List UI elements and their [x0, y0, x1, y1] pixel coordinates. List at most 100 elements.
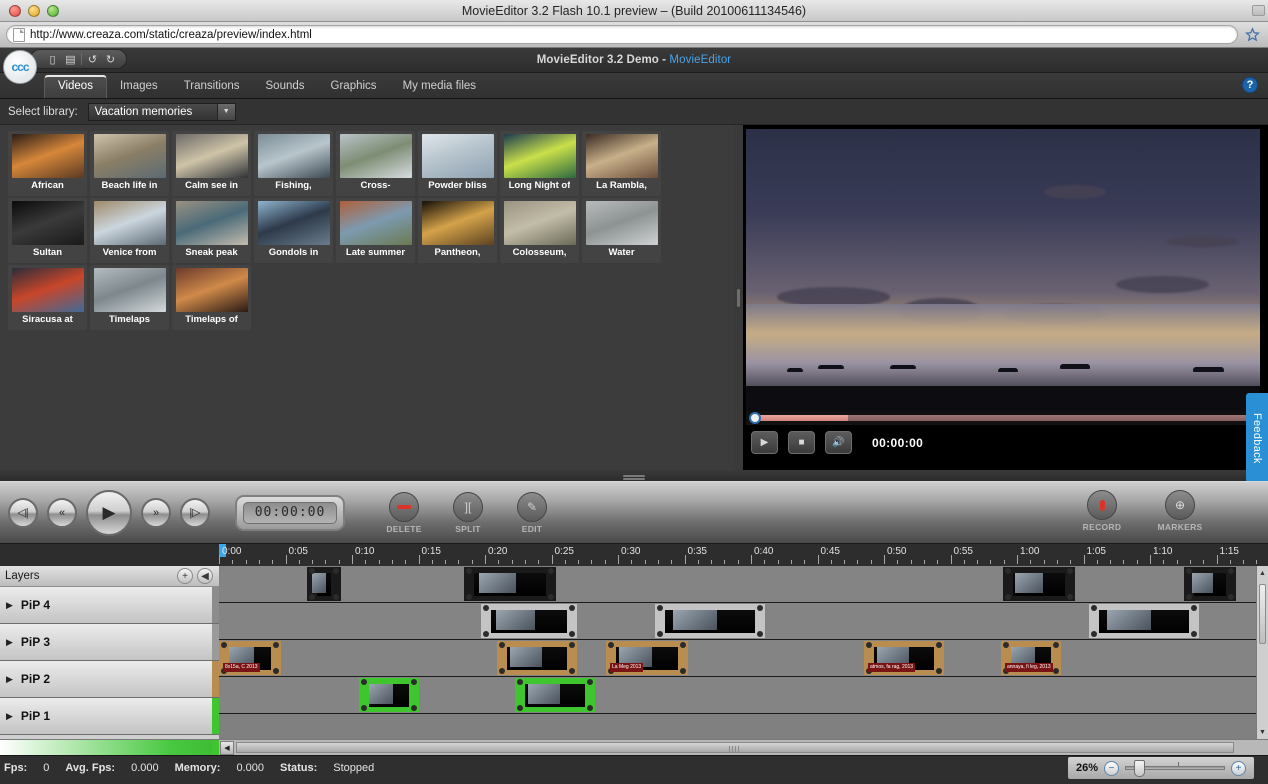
tab-my-media-files[interactable]: My media files	[390, 75, 490, 98]
clip-resize-handle[interactable]	[1186, 594, 1192, 600]
clip-resize-handle[interactable]	[411, 679, 417, 685]
tab-graphics[interactable]: Graphics	[318, 75, 390, 98]
close-button[interactable]	[9, 4, 21, 17]
timeline-clip[interactable]: annaya, fi leg, 2013	[1001, 641, 1061, 675]
layer-row-pip-1[interactable]: ▶ PiP 1	[0, 698, 219, 735]
clip-resize-handle[interactable]	[1067, 594, 1073, 600]
timeline-clip[interactable]: 8x15a, C 2013	[219, 641, 281, 675]
go-to-end-button[interactable]: |▷	[180, 497, 210, 528]
redo-icon[interactable]: ↻	[103, 52, 118, 67]
rewind-button[interactable]: «	[47, 497, 77, 528]
clip-resize-handle[interactable]	[483, 631, 489, 637]
timeline-clip[interactable]	[1184, 567, 1236, 601]
media-thumbnail[interactable]: Beach life in	[90, 131, 169, 196]
edit-tool[interactable]: ✎ EDIT	[504, 491, 560, 534]
expand-triangle-icon[interactable]: ▶	[6, 674, 13, 685]
scroll-left-icon[interactable]: ◀	[220, 740, 234, 755]
clip-resize-handle[interactable]	[680, 668, 686, 674]
fast-forward-button[interactable]: »	[141, 497, 171, 528]
tab-sounds[interactable]: Sounds	[253, 75, 318, 98]
window-resize-handle[interactable]	[1252, 5, 1265, 16]
go-to-start-button[interactable]: ◁|	[8, 497, 38, 528]
track-pip-2[interactable]: 8x15a, C 2013 La Meg 2013 atmos, fa rag, 2…	[219, 640, 1268, 677]
zoom-in-button[interactable]: +	[1231, 760, 1246, 776]
clip-resize-handle[interactable]	[273, 668, 279, 674]
horizontal-splitter[interactable]	[0, 470, 1268, 481]
minimize-button[interactable]	[28, 4, 40, 17]
media-thumbnail[interactable]: Colosseum,	[500, 198, 579, 263]
track-pip-1[interactable]	[219, 677, 1268, 714]
clip-resize-handle[interactable]	[361, 679, 367, 685]
media-thumbnail[interactable]: Fishing,	[254, 131, 333, 196]
layer-row-pip-4[interactable]: ▶ PiP 4	[0, 587, 219, 624]
clip-resize-handle[interactable]	[657, 631, 663, 637]
creaza-logo[interactable]: ccc	[3, 50, 37, 84]
media-thumbnail[interactable]: Pantheon,	[418, 198, 497, 263]
timeline-clip[interactable]	[359, 678, 419, 712]
clip-resize-handle[interactable]	[309, 594, 315, 600]
clip-resize-handle[interactable]	[466, 594, 472, 600]
scroll-down-icon[interactable]: ▼	[1257, 725, 1268, 739]
clip-resize-handle[interactable]	[361, 705, 367, 711]
media-thumbnail[interactable]: Late summer	[336, 198, 415, 263]
timeline-clip[interactable]	[464, 567, 556, 601]
tab-transitions[interactable]: Transitions	[171, 75, 253, 98]
clip-resize-handle[interactable]	[608, 642, 614, 648]
clip-resize-handle[interactable]	[757, 605, 763, 611]
clip-resize-handle[interactable]	[1067, 568, 1073, 574]
clip-resize-handle[interactable]	[548, 568, 554, 574]
clip-resize-handle[interactable]	[221, 642, 227, 648]
clip-resize-handle[interactable]	[517, 705, 523, 711]
play-button[interactable]: ▶	[86, 489, 132, 536]
timeline-clip[interactable]: atmos, fa rag, 2013	[864, 641, 944, 675]
horizontal-scroll-thumb[interactable]	[236, 742, 1234, 753]
add-layer-button[interactable]: +	[177, 568, 193, 584]
media-thumbnail[interactable]: Powder bliss	[418, 131, 497, 196]
clip-resize-handle[interactable]	[680, 642, 686, 648]
collapse-layers-button[interactable]: ◀	[197, 568, 213, 584]
clip-resize-handle[interactable]	[936, 642, 942, 648]
undo-icon[interactable]: ↺	[85, 52, 100, 67]
split-tool[interactable]: ][ SPLIT	[440, 491, 496, 534]
chevron-down-icon[interactable]: ▼	[216, 103, 235, 120]
save-icon[interactable]: ▤	[63, 52, 78, 67]
timeline-vertical-scrollbar[interactable]: ▲ ▼	[1256, 566, 1268, 739]
expand-triangle-icon[interactable]: ▶	[6, 600, 13, 611]
timeline-clip[interactable]	[515, 678, 595, 712]
layer-row-pip-2[interactable]: ▶ PiP 2	[0, 661, 219, 698]
timeline-clip[interactable]	[497, 641, 577, 675]
expand-triangle-icon[interactable]: ▶	[6, 711, 13, 722]
clip-resize-handle[interactable]	[517, 679, 523, 685]
clip-resize-handle[interactable]	[1186, 568, 1192, 574]
clip-resize-handle[interactable]	[587, 679, 593, 685]
media-thumbnail[interactable]: Venice from	[90, 198, 169, 263]
clip-resize-handle[interactable]	[483, 605, 489, 611]
clip-resize-handle[interactable]	[1091, 605, 1097, 611]
clip-resize-handle[interactable]	[333, 568, 339, 574]
clip-resize-handle[interactable]	[1191, 631, 1197, 637]
media-thumbnail[interactable]: Calm see in	[172, 131, 251, 196]
tab-images[interactable]: Images	[107, 75, 171, 98]
clip-resize-handle[interactable]	[1005, 568, 1011, 574]
clip-resize-handle[interactable]	[657, 605, 663, 611]
clip-resize-handle[interactable]	[569, 605, 575, 611]
markers-tool[interactable]: ⊕ MARKERS	[1152, 490, 1208, 532]
vertical-scroll-thumb[interactable]	[1259, 584, 1266, 644]
library-dropdown[interactable]: Vacation memories ▼	[87, 102, 236, 121]
preview-scrubber[interactable]	[746, 411, 1260, 425]
address-bar[interactable]: http://www.creaza.com/static/creaza/prev…	[6, 25, 1238, 44]
timeline-clip[interactable]: La Meg 2013	[606, 641, 688, 675]
clip-resize-handle[interactable]	[411, 705, 417, 711]
clip-resize-handle[interactable]	[466, 568, 472, 574]
clip-resize-handle[interactable]	[1053, 668, 1059, 674]
media-thumbnail[interactable]: Long Night of	[500, 131, 579, 196]
media-thumbnail[interactable]: Cross-	[336, 131, 415, 196]
clip-resize-handle[interactable]	[309, 568, 315, 574]
timeline-clip[interactable]	[1089, 604, 1199, 638]
media-thumbnail[interactable]: Siracusa at	[8, 265, 87, 330]
volume-icon[interactable]: 🔊	[825, 431, 852, 454]
media-thumbnail[interactable]: Timelaps	[90, 265, 169, 330]
clip-resize-handle[interactable]	[1091, 631, 1097, 637]
zoom-out-button[interactable]: −	[1104, 760, 1119, 776]
clip-resize-handle[interactable]	[569, 631, 575, 637]
